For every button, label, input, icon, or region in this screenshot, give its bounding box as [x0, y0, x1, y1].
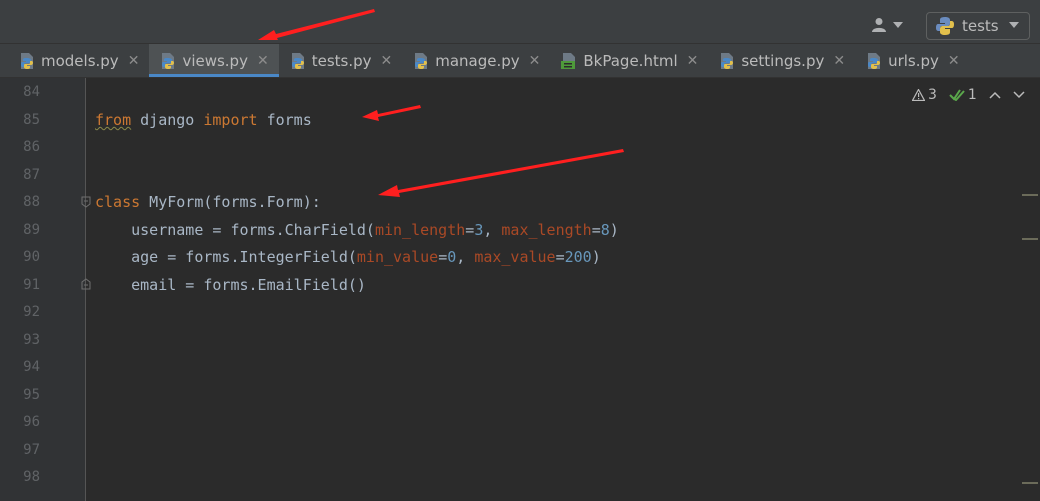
close-icon[interactable]: ✕	[128, 53, 140, 69]
line-number: 93	[23, 332, 40, 348]
number-literal: 3	[474, 221, 484, 239]
line-number: 95	[23, 387, 40, 403]
fold-end-marker-icon[interactable]	[80, 278, 92, 290]
line-number: 86	[23, 139, 40, 155]
keyword-argument: min_value	[356, 248, 439, 266]
line-number: 87	[23, 167, 40, 183]
line-number: 89	[23, 222, 40, 238]
tab-bkpage-html[interactable]: BkPage.html ✕	[550, 44, 708, 77]
line-number: 97	[23, 442, 40, 458]
chevron-down-icon	[1009, 22, 1019, 28]
ok-count: 1	[967, 87, 977, 103]
chevron-down-icon	[893, 22, 903, 28]
python-file-icon	[291, 52, 304, 69]
python-file-icon	[721, 52, 734, 69]
number-literal: 0	[447, 248, 457, 266]
code-text: username = forms.CharField(	[95, 221, 375, 239]
tab-manage-py[interactable]: manage.py ✕	[402, 44, 550, 77]
code-text: ,	[456, 248, 475, 266]
tab-label: BkPage.html	[583, 51, 678, 70]
line-number: 91	[23, 277, 40, 293]
user-icon	[872, 18, 886, 32]
line-number: 84	[23, 84, 40, 100]
html-file-icon	[561, 52, 576, 69]
code-line-85: from django import forms	[95, 111, 312, 129]
line-number: 88	[23, 194, 40, 210]
python-file-icon	[21, 52, 33, 69]
keyword: from	[95, 111, 132, 129]
tab-settings-py[interactable]: settings.py ✕	[708, 44, 855, 77]
number-literal: 200	[564, 248, 592, 266]
close-icon[interactable]: ✕	[257, 53, 269, 69]
inspection-widget[interactable]: 3 1	[912, 87, 1025, 103]
tab-urls-py[interactable]: urls.py ✕	[855, 44, 970, 77]
tab-tests-py[interactable]: tests.py ✕	[279, 44, 403, 77]
tab-label: tests.py	[311, 51, 372, 70]
line-number: 92	[23, 304, 40, 320]
close-icon[interactable]: ✕	[687, 53, 699, 69]
editor-tabs: models.py ✕ views.py ✕ tests.py ✕ manage…	[0, 44, 1040, 78]
python-file-icon	[415, 52, 428, 69]
fold-marker-icon[interactable]	[80, 196, 92, 208]
line-number: 94	[23, 359, 40, 375]
run-configuration-select[interactable]: tests	[926, 12, 1030, 40]
code-text: MyForm(forms.Form):	[140, 193, 321, 211]
scrollbar-marker[interactable]	[1022, 482, 1038, 484]
code-line-89: username = forms.CharField(min_length=3,…	[95, 221, 619, 239]
code-text: =	[591, 221, 601, 239]
code-text: ,	[483, 221, 502, 239]
close-icon[interactable]: ✕	[948, 53, 960, 69]
code-text: )	[591, 248, 601, 266]
tab-label: models.py	[41, 51, 119, 70]
run-configuration-label: tests	[962, 17, 999, 35]
tab-label: manage.py	[435, 51, 520, 70]
tab-label: urls.py	[888, 51, 939, 70]
scrollbar-marker[interactable]	[1022, 238, 1038, 240]
keyword-argument: max_value	[474, 248, 556, 266]
code-editor[interactable]: 84 85 86 87 88 89 90 91 92 93 94 95 96 9…	[0, 78, 1040, 501]
code-line-90: age = forms.IntegerField(min_value=0, ma…	[95, 248, 601, 266]
chevron-down-icon[interactable]	[1013, 91, 1025, 99]
code-text: django	[131, 111, 204, 129]
line-number: 90	[23, 249, 40, 265]
code-text: =	[438, 248, 448, 266]
top-toolbar: tests	[0, 0, 1040, 44]
code-text: =	[555, 248, 565, 266]
code-line-88: class MyForm(forms.Form):	[95, 193, 321, 211]
tab-views-py[interactable]: views.py ✕	[149, 44, 279, 77]
close-icon[interactable]: ✕	[833, 53, 845, 69]
python-file-icon	[162, 52, 175, 69]
ok-indicator[interactable]: 1	[949, 87, 977, 103]
tab-label: settings.py	[741, 51, 825, 70]
line-number: 98	[23, 469, 40, 485]
code-text: )	[609, 221, 619, 239]
code-line-91: email = forms.EmailField()	[95, 276, 366, 294]
code-text: forms	[257, 111, 312, 129]
code-text: age = forms.IntegerField(	[95, 248, 357, 266]
keyword: import	[203, 111, 258, 129]
chevron-up-icon[interactable]	[989, 91, 1001, 99]
warning-icon	[912, 89, 925, 101]
keyword-argument: max_length	[501, 221, 592, 239]
tab-models-py[interactable]: models.py ✕	[8, 44, 149, 77]
close-icon[interactable]: ✕	[381, 53, 393, 69]
python-icon	[936, 17, 954, 35]
close-icon[interactable]: ✕	[529, 53, 541, 69]
keyword: class	[95, 193, 141, 211]
python-file-icon	[868, 52, 881, 69]
line-number-gutter: 84 85 86 87 88 89 90 91 92 93 94 95 96 9…	[0, 78, 86, 501]
scrollbar-marker[interactable]	[1022, 194, 1038, 196]
user-menu-button[interactable]	[872, 14, 906, 36]
number-literal: 8	[600, 221, 610, 239]
tab-label: views.py	[182, 51, 248, 70]
warnings-indicator[interactable]: 3	[912, 87, 937, 103]
warnings-count: 3	[928, 87, 937, 103]
code-text: email = forms.EmailField()	[95, 276, 366, 294]
keyword-argument: min_length	[374, 221, 466, 239]
double-check-icon	[949, 89, 965, 101]
code-text: =	[465, 221, 475, 239]
line-number: 96	[23, 414, 40, 430]
line-number: 85	[23, 112, 40, 128]
